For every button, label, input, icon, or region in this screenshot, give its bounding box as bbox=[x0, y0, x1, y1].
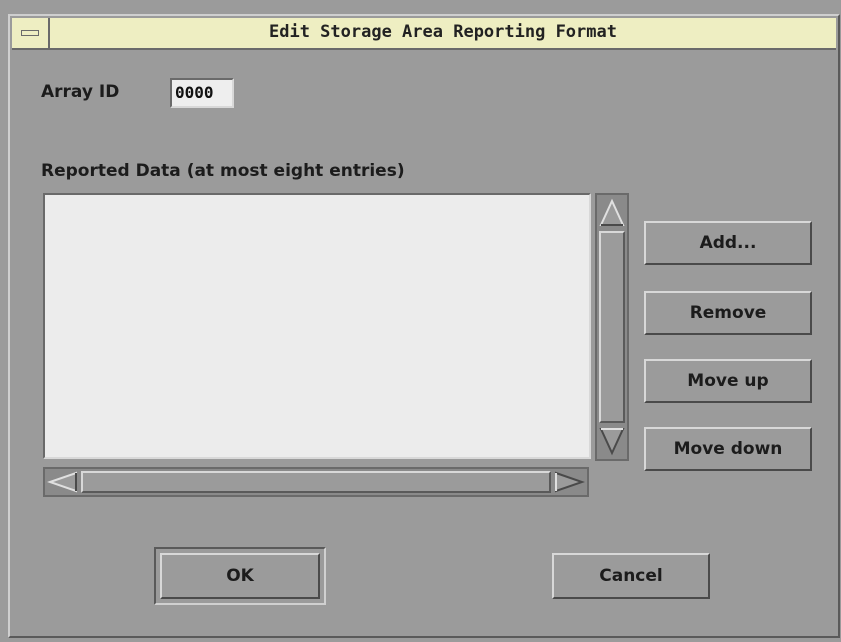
horizontal-scrollbar[interactable] bbox=[43, 467, 589, 497]
ok-button[interactable]: OK bbox=[160, 553, 320, 599]
vertical-scroll-thumb[interactable] bbox=[599, 231, 625, 423]
array-id-label: Array ID bbox=[41, 82, 120, 102]
scroll-right-arrow-icon[interactable] bbox=[553, 471, 585, 493]
window-menu-icon bbox=[21, 30, 39, 36]
reported-data-list[interactable] bbox=[43, 193, 591, 459]
scroll-down-arrow-icon[interactable] bbox=[599, 425, 625, 457]
scroll-up-arrow-icon[interactable] bbox=[599, 197, 625, 229]
reported-data-label: Reported Data (at most eight entries) bbox=[41, 161, 405, 181]
title-bar[interactable]: Edit Storage Area Reporting Format bbox=[12, 18, 836, 50]
move-up-button[interactable]: Move up bbox=[644, 359, 812, 403]
array-id-field[interactable]: 0000 bbox=[170, 78, 234, 108]
horizontal-scroll-thumb[interactable] bbox=[81, 471, 551, 493]
remove-button[interactable]: Remove bbox=[644, 291, 812, 335]
scroll-left-arrow-icon[interactable] bbox=[47, 471, 79, 493]
window-title: Edit Storage Area Reporting Format bbox=[269, 22, 617, 42]
dialog-window: Edit Storage Area Reporting Format Array… bbox=[8, 14, 840, 638]
add-button[interactable]: Add... bbox=[644, 221, 812, 265]
move-down-button[interactable]: Move down bbox=[644, 427, 812, 471]
cancel-button[interactable]: Cancel bbox=[552, 553, 710, 599]
vertical-scrollbar[interactable] bbox=[595, 193, 629, 461]
window-menu-button[interactable] bbox=[12, 18, 50, 48]
